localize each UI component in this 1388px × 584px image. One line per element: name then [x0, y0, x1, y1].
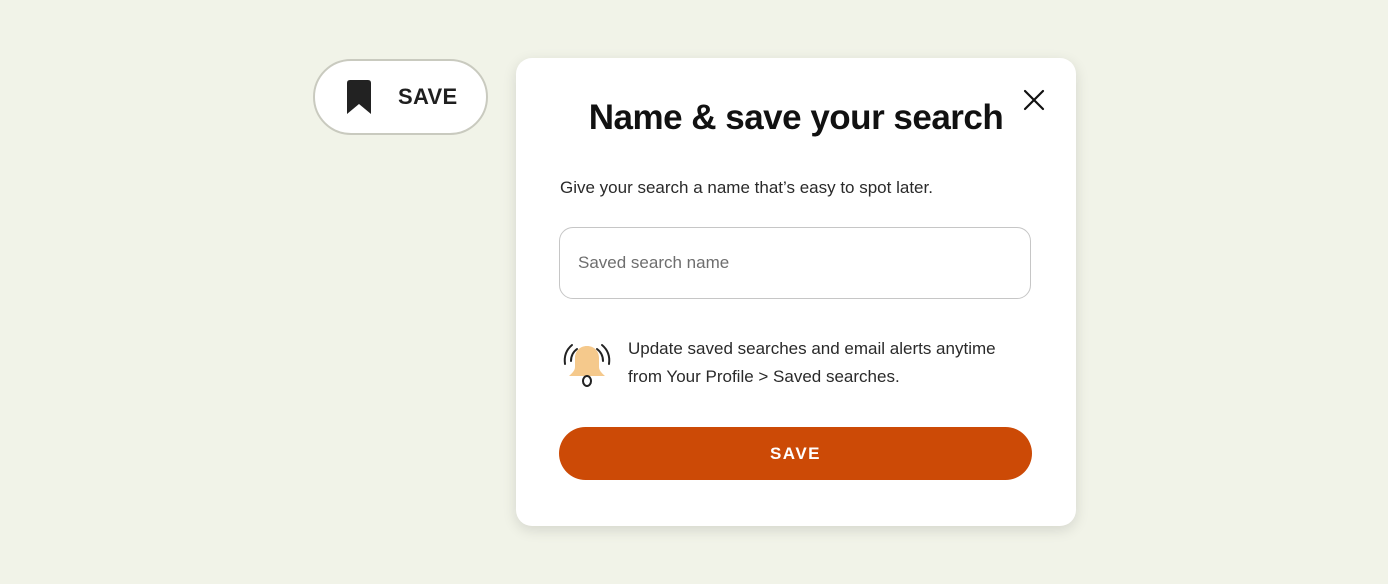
- dialog-description: Give your search a name that’s easy to s…: [560, 178, 933, 197]
- search-name-input[interactable]: [559, 227, 1031, 299]
- save-search-button[interactable]: SAVE: [313, 59, 488, 135]
- alert-info: Update saved searches and email alerts a…: [560, 335, 1028, 391]
- save-button-label: SAVE: [398, 84, 458, 109]
- ringing-bell-icon: [563, 344, 611, 387]
- alert-info-text: Update saved searches and email alerts a…: [628, 339, 996, 386]
- save-search-dialog: Name & save your search Give your search…: [516, 58, 1076, 526]
- bookmark-icon: [347, 80, 371, 114]
- save-button[interactable]: SAVE: [559, 427, 1032, 480]
- dialog-title: Name & save your search: [588, 98, 1004, 137]
